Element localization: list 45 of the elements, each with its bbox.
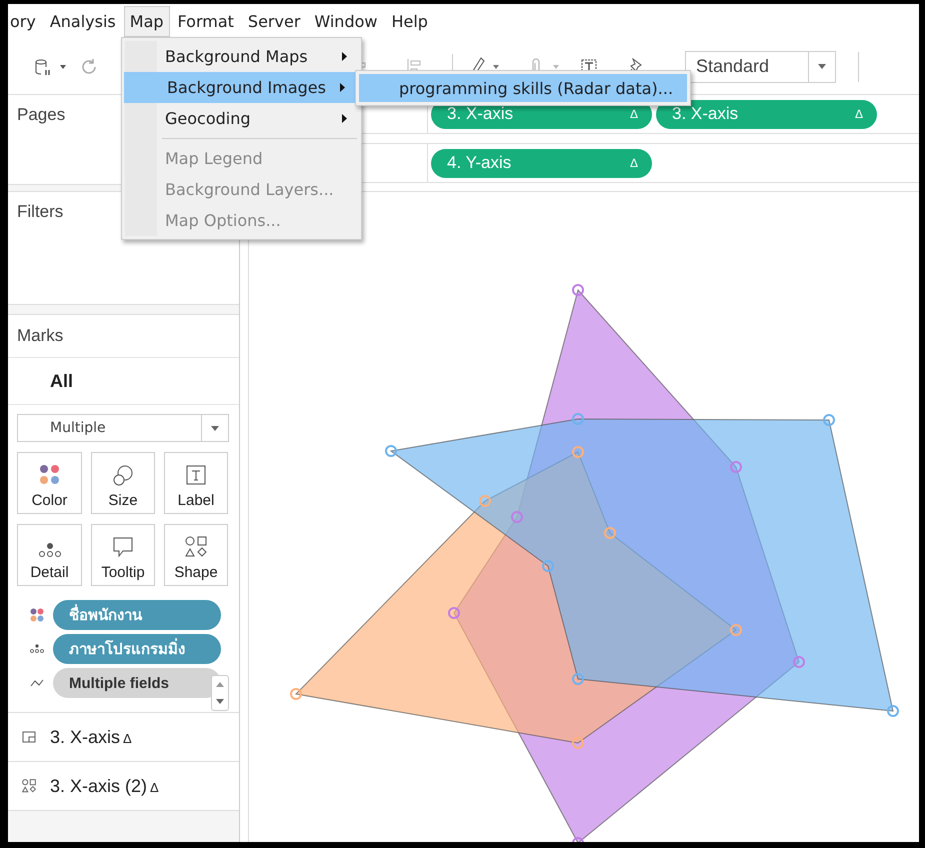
- detail-dots-icon: [30, 644, 44, 654]
- marks-card-button[interactable]: Size: [91, 452, 155, 514]
- marks-card-button[interactable]: Color: [17, 452, 82, 514]
- scroll-buttons[interactable]: [211, 675, 229, 711]
- pages-title: Pages: [17, 105, 66, 124]
- filters-title: Filters: [17, 202, 64, 221]
- menu-item[interactable]: Help: [385, 6, 434, 37]
- caret-icon: [818, 64, 826, 69]
- tooltip-icon: [112, 536, 134, 558]
- caret-icon: [211, 426, 219, 430]
- marks-layer-tab[interactable]: 3. X-axis Δ: [8, 713, 239, 762]
- size-icon: [112, 464, 134, 486]
- path-icon: [30, 678, 44, 688]
- marks-card-button[interactable]: Tooltip: [91, 524, 155, 586]
- menu-item[interactable]: ory: [8, 6, 42, 37]
- scroll-down-icon[interactable]: [216, 699, 224, 704]
- shapes-icon: [185, 536, 207, 558]
- shapes-icon: [22, 779, 36, 793]
- marks-card-button[interactable]: Detail: [17, 524, 82, 586]
- menu-item[interactable]: Map: [124, 6, 170, 37]
- layer-tab[interactable]: All: [50, 370, 74, 392]
- menu-item[interactable]: programming skills (Radar data)...: [359, 74, 687, 102]
- marks-card-button[interactable]: Label: [164, 452, 228, 514]
- color-dots-icon: [38, 464, 60, 486]
- menu-item[interactable]: Window: [308, 6, 384, 37]
- field-pill[interactable]: Multiple fields: [53, 668, 221, 698]
- menu-item[interactable]: Server: [242, 6, 306, 37]
- submenu-arrow-icon: [340, 83, 345, 92]
- scroll-up-icon[interactable]: [216, 682, 224, 687]
- menu-item[interactable]: Format: [172, 6, 240, 37]
- text-label-icon: [185, 464, 207, 486]
- menu-item[interactable]: Background Maps: [122, 41, 361, 72]
- color-dots-icon: [30, 608, 44, 622]
- caret-icon[interactable]: [60, 64, 66, 68]
- menu-item[interactable]: Analysis: [44, 6, 122, 37]
- marks-title: Marks: [17, 326, 64, 346]
- marks-layer-tab[interactable]: 3. X-axis (2) Δ: [8, 762, 239, 811]
- polygon-mark-icon: [22, 731, 36, 743]
- submenu-arrow-icon: [342, 114, 347, 123]
- mark-type-dropdown[interactable]: Multiple: [17, 414, 229, 442]
- marks-card-button[interactable]: Shape: [164, 524, 228, 586]
- menu-item[interactable]: Geocoding: [122, 103, 361, 134]
- submenu-arrow-icon: [342, 52, 347, 61]
- data-source-icon[interactable]: [34, 56, 52, 76]
- detail-dots-icon: [38, 542, 62, 558]
